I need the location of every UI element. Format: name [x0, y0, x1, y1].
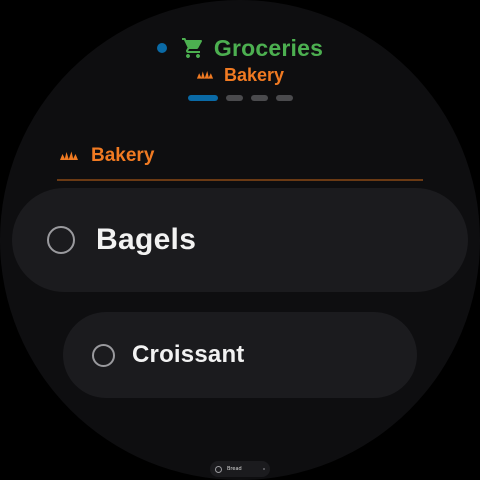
cart-icon [181, 38, 202, 58]
item-label: Bagels [96, 223, 197, 256]
watch-screen: Groceries Bakery Bakery Bagels Croissant… [0, 0, 480, 480]
list-item-croissant[interactable]: Croissant [63, 312, 417, 398]
page-dot-3 [250, 95, 268, 101]
croissant-icon [60, 151, 78, 160]
more-indicator-icon [263, 468, 265, 470]
app-subtitle-row: Bakery [0, 64, 480, 86]
list-item-bagels[interactable]: Bagels [12, 188, 468, 292]
peek-list-item[interactable]: Bread [210, 461, 270, 477]
peek-item-label: Bread [227, 466, 242, 472]
section-header: Bakery [59, 144, 154, 168]
section-title: Bakery [91, 145, 155, 166]
croissant-icon [196, 70, 214, 79]
page-dot-1 [187, 95, 218, 101]
app-header: Groceries [0, 33, 480, 63]
item-label: Croissant [132, 341, 245, 368]
status-indicator [156, 43, 167, 53]
item-checkbox[interactable] [215, 465, 222, 473]
app-subtitle: Bakery [223, 64, 285, 85]
page-indicator [0, 94, 480, 102]
page-dot-2 [225, 95, 243, 101]
page-dot-4 [275, 95, 293, 101]
app-title: Groceries [213, 34, 324, 61]
item-checkbox[interactable] [47, 226, 75, 254]
section-divider [57, 179, 423, 181]
item-checkbox[interactable] [92, 343, 115, 367]
